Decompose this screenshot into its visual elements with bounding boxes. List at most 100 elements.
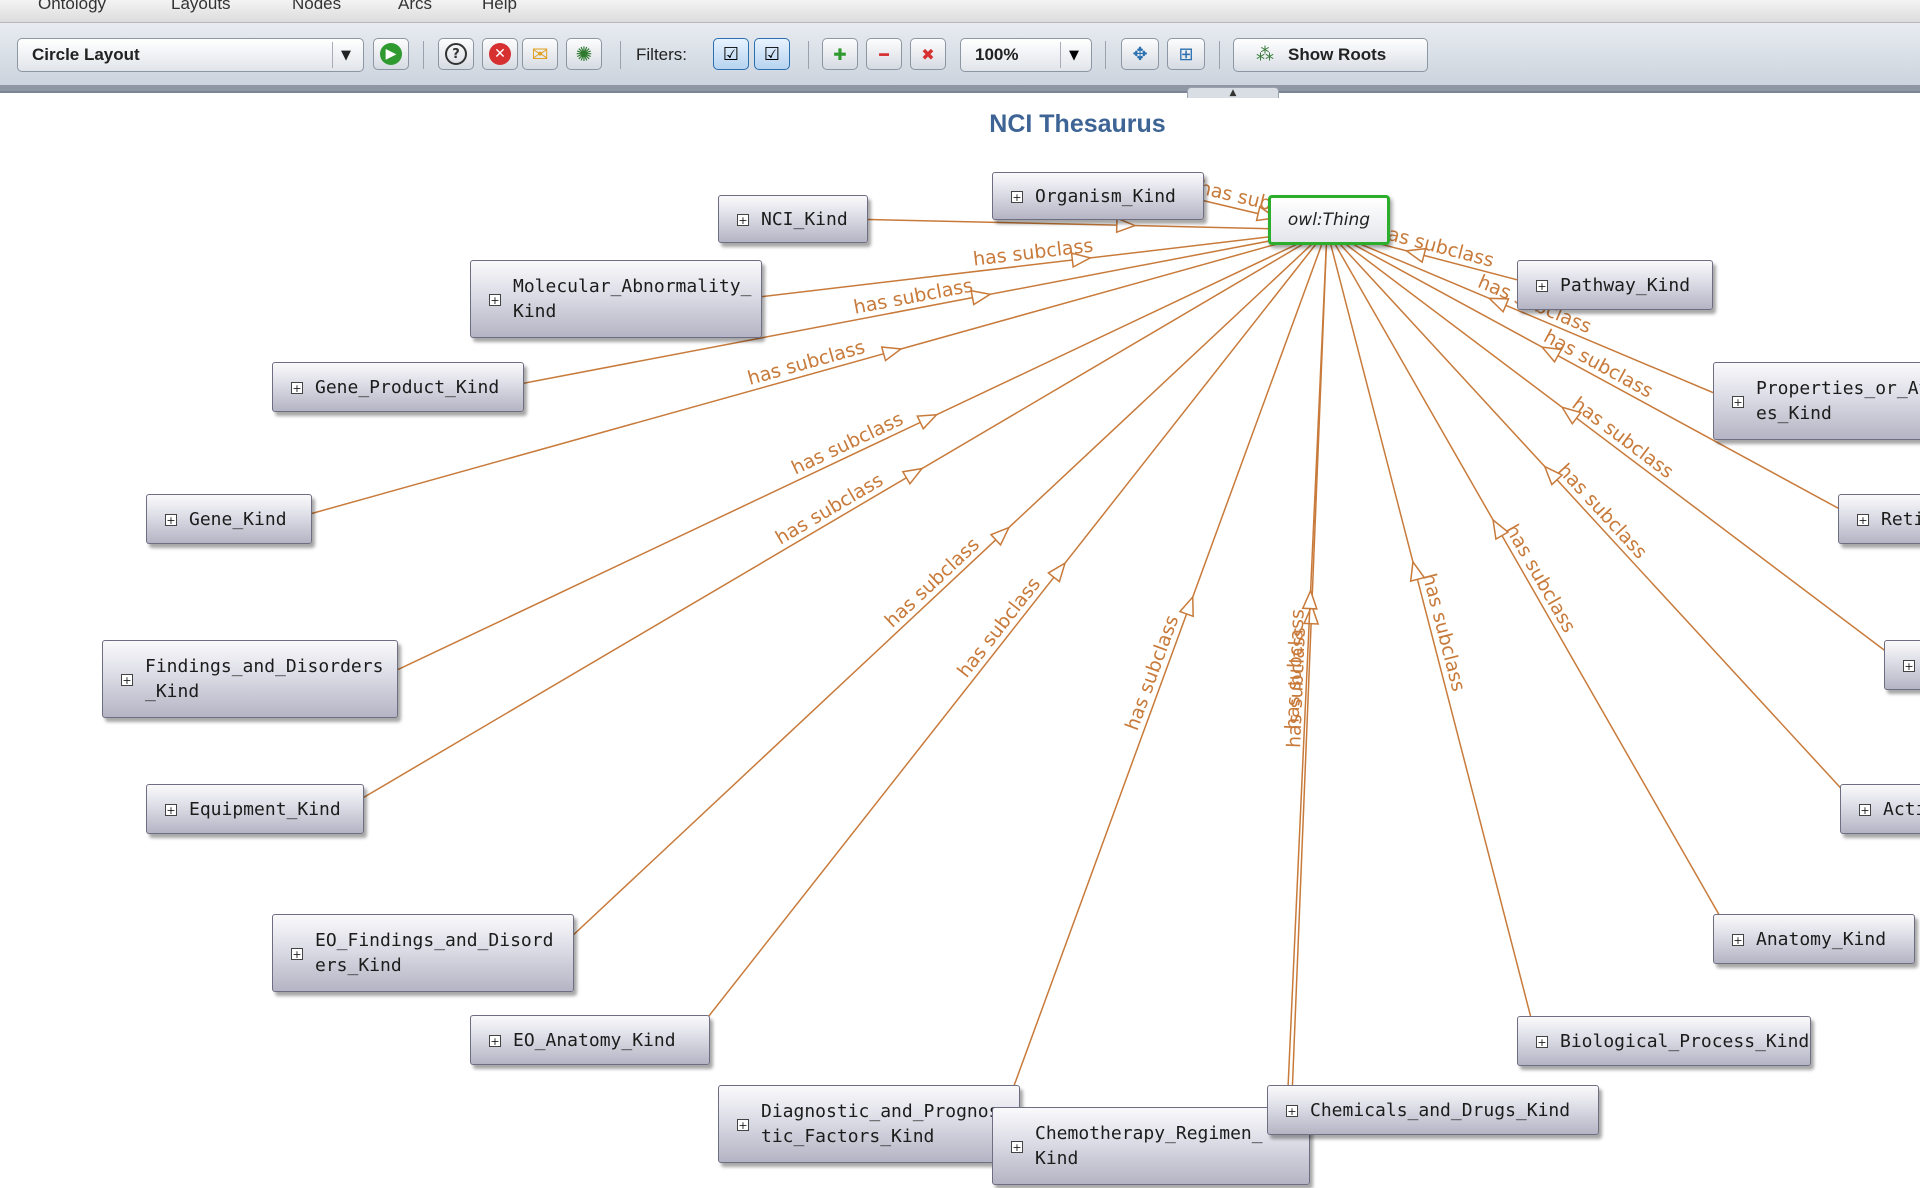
- filters-label: Filters:: [636, 45, 687, 64]
- edge-arrow-icon: [1301, 588, 1318, 610]
- menu-ontology[interactable]: Ontology: [38, 0, 106, 14]
- zoom-select[interactable]: 100% ▼: [960, 38, 1092, 72]
- expand-node-icon[interactable]: +: [165, 514, 177, 526]
- toolbar-divider: [620, 41, 621, 69]
- expand-node-icon[interactable]: +: [1732, 396, 1744, 408]
- expand-node-icon[interactable]: +: [489, 294, 501, 306]
- graph-title: NCI Thesaurus: [989, 110, 1166, 138]
- node-organism[interactable]: + Organism_Kind: [992, 172, 1204, 220]
- node-equipment[interactable]: + Equipment_Kind: [146, 784, 364, 834]
- edge-label: has subclass: [788, 408, 907, 480]
- edge-arrow-icon: [1047, 561, 1067, 583]
- expand-node-icon[interactable]: +: [165, 804, 177, 816]
- node-label-continued: es_Kind: [1756, 403, 1832, 424]
- edge-label: has subclass: [772, 469, 887, 549]
- node-label: Organism_Kind: [1035, 186, 1176, 207]
- expand-node-icon[interactable]: +: [291, 382, 303, 394]
- edge-arrow-icon: [901, 467, 924, 486]
- node-label: Activ: [1883, 799, 1920, 820]
- show-roots-label: Show Roots: [1288, 45, 1387, 64]
- node-gene[interactable]: + Gene_Kind: [146, 494, 312, 544]
- expand-node-icon[interactable]: +: [1286, 1105, 1298, 1117]
- node-label: Molecular_Abnormality_: [513, 276, 752, 297]
- expand-node-icon[interactable]: +: [291, 948, 303, 960]
- filter-arcs-button[interactable]: ☑: [754, 38, 790, 70]
- node-unnamed[interactable]: +: [1884, 640, 1920, 690]
- node-label: NCI_Kind: [761, 209, 848, 230]
- node-eofindings[interactable]: + ers_Kind EO_Findings_and_Disord: [272, 914, 574, 992]
- add-node-button[interactable]: ✚: [822, 38, 858, 70]
- debug-button[interactable]: ✺: [566, 38, 602, 70]
- chevron-down-icon[interactable]: ▼: [332, 42, 359, 68]
- node-eoanatomy[interactable]: + EO_Anatomy_Kind: [470, 1015, 710, 1065]
- run-layout-button[interactable]: ▶: [373, 38, 409, 70]
- menu-arcs[interactable]: Arcs: [398, 0, 432, 14]
- node-molecular[interactable]: + Kind Molecular_Abnormality_: [470, 260, 762, 338]
- node-properties[interactable]: + es_Kind Properties_or_At: [1713, 362, 1920, 440]
- node-chemo[interactable]: + Kind Chemotherapy_Regimen_: [992, 1107, 1310, 1185]
- root-node-owl-thing[interactable]: owl:Thing: [1268, 195, 1390, 245]
- stop-icon: ✕: [489, 43, 511, 65]
- edge-arrow-icon: [1178, 595, 1194, 618]
- expand-button[interactable]: ⊞: [1167, 38, 1205, 70]
- fit-button[interactable]: ✥: [1121, 38, 1159, 70]
- menu-bar: Ontology Layouts Nodes Arcs Help: [0, 0, 1920, 23]
- menu-nodes[interactable]: Nodes: [292, 0, 341, 14]
- edge-label: has subclass: [953, 573, 1045, 682]
- menu-layouts[interactable]: Layouts: [171, 0, 231, 14]
- node-retired[interactable]: + Reti: [1838, 494, 1920, 544]
- edge-has-subclass[interactable]: [1326, 229, 1734, 940]
- show-roots-button[interactable]: ⁂ Show Roots: [1233, 38, 1428, 72]
- filter-nodes-button[interactable]: ☑: [713, 38, 749, 70]
- node-activity[interactable]: + Activ: [1840, 784, 1920, 834]
- toolbar-divider: [1219, 41, 1220, 69]
- expand-node-icon[interactable]: +: [1011, 1141, 1023, 1153]
- add-node-icon: ✚: [833, 44, 847, 64]
- node-diagnostic[interactable]: + tic_Factors_Kind Diagnostic_and_Prognos: [718, 1085, 1020, 1163]
- node-label: Equipment_Kind: [189, 799, 341, 820]
- layout-select-value: Circle Layout: [32, 45, 140, 64]
- node-bioprocess[interactable]: + Biological_Process_Kind: [1517, 1016, 1811, 1066]
- stop-button[interactable]: ✕: [482, 38, 518, 70]
- expand-icon: ⊞: [1178, 43, 1194, 65]
- expand-node-icon[interactable]: +: [1903, 660, 1915, 672]
- email-icon: ✉: [531, 42, 549, 66]
- edge-has-subclass[interactable]: [1326, 229, 1538, 1042]
- node-label-continued: Kind: [1035, 1148, 1079, 1169]
- expand-node-icon[interactable]: +: [1732, 934, 1744, 946]
- expand-node-icon[interactable]: +: [737, 214, 749, 226]
- edge-has-subclass[interactable]: [1326, 229, 1734, 402]
- expand-node-icon[interactable]: +: [737, 1119, 749, 1131]
- chevron-down-icon[interactable]: ▼: [1060, 42, 1087, 68]
- node-label: Findings_and_Disorders: [145, 656, 384, 677]
- email-button[interactable]: ✉: [522, 38, 558, 70]
- fit-icon: ✥: [1132, 43, 1148, 65]
- remove-node-button[interactable]: ━: [866, 38, 902, 70]
- node-label-continued: Kind: [513, 301, 557, 322]
- menu-help[interactable]: Help: [482, 0, 517, 14]
- edge-label: has subclass: [881, 533, 984, 632]
- edge-has-subclass[interactable]: [689, 229, 1328, 1041]
- node-label-continued: _Kind: [145, 681, 200, 702]
- edge-label: has subclass: [1121, 612, 1183, 733]
- node-findings[interactable]: + _Kind Findings_and_Disorders: [102, 640, 398, 718]
- expand-node-icon[interactable]: +: [1536, 280, 1548, 292]
- help-button[interactable]: ?: [438, 38, 474, 70]
- edge-label: has subclass: [852, 275, 975, 319]
- layout-select[interactable]: Circle Layout ▼: [17, 38, 364, 72]
- toolbar-divider: [808, 41, 809, 69]
- node-chemicals[interactable]: + Chemicals_and_Drugs_Kind: [1267, 1085, 1599, 1135]
- expand-node-icon[interactable]: +: [1536, 1036, 1548, 1048]
- show-roots-icon: ⁂: [1256, 44, 1274, 65]
- expand-node-icon[interactable]: +: [1011, 191, 1023, 203]
- node-geneproduct[interactable]: + Gene_Product_Kind: [272, 362, 524, 412]
- remove-all-button[interactable]: ✖: [910, 38, 946, 70]
- expand-node-icon[interactable]: +: [1859, 804, 1871, 816]
- expand-node-icon[interactable]: +: [489, 1035, 501, 1047]
- edge-has-subclass[interactable]: [999, 229, 1328, 1125]
- node-anatomy[interactable]: + Anatomy_Kind: [1713, 914, 1915, 964]
- expand-node-icon[interactable]: +: [1857, 514, 1869, 526]
- expand-node-icon[interactable]: +: [121, 674, 133, 686]
- node-pathway[interactable]: + Pathway_Kind: [1517, 260, 1713, 310]
- node-nci[interactable]: + NCI_Kind: [718, 195, 868, 243]
